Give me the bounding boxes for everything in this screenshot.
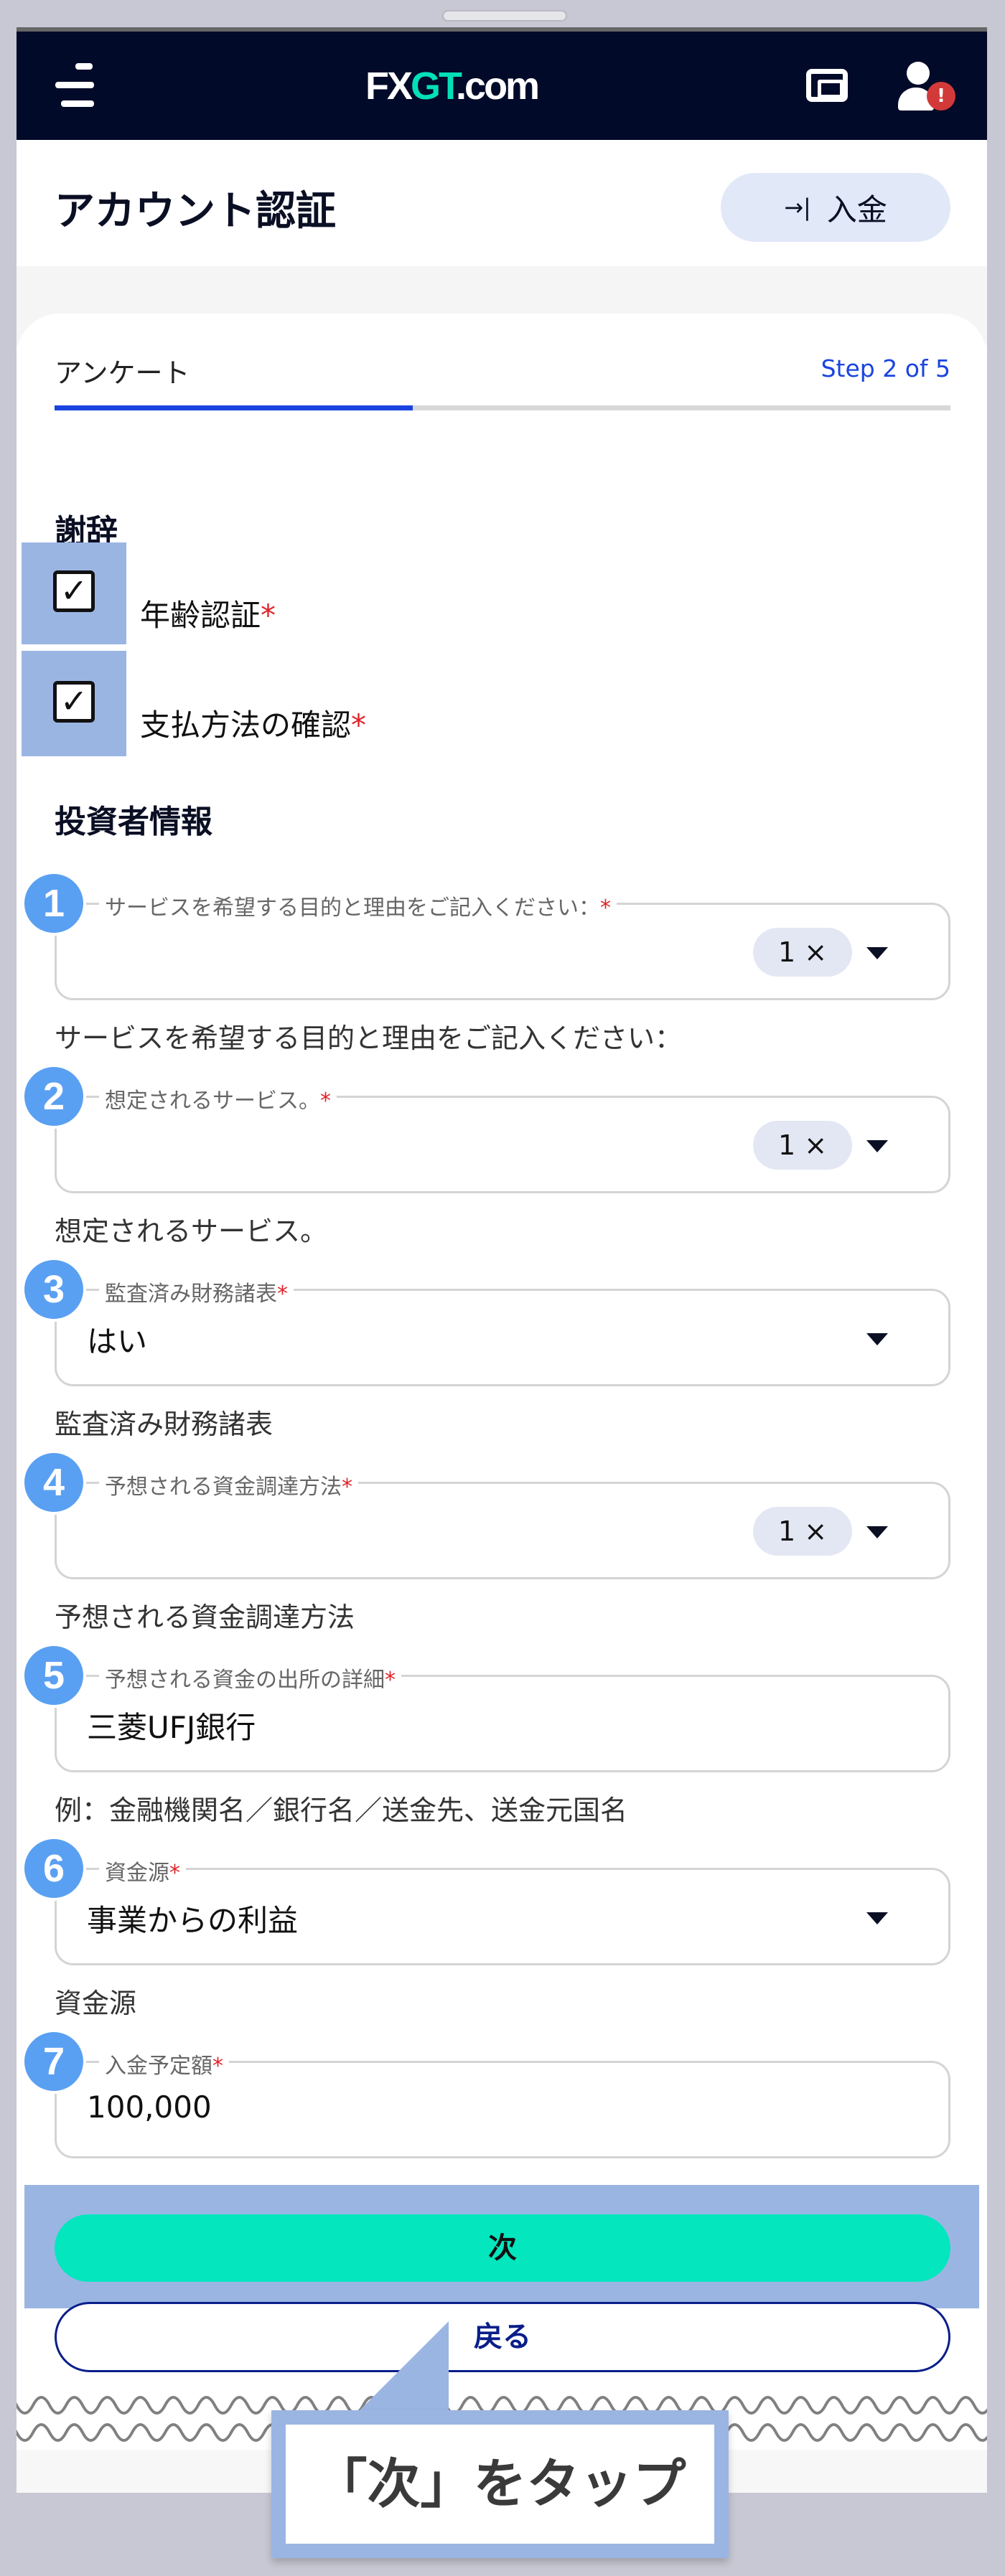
- payment-method-label: 支払方法の確認*: [140, 708, 367, 743]
- alert-badge-icon: !: [927, 82, 955, 111]
- field-4-helper: 予想される資金調達方法: [55, 1602, 355, 1633]
- field-5-label: 予想される資金の出所の詳細*: [99, 1662, 401, 1693]
- step-number-badge: 4: [22, 1450, 86, 1515]
- field-7-value: 100,000: [87, 2090, 212, 2125]
- step-number-badge: 3: [22, 1257, 86, 1322]
- field-3-helper: 監査済み財務諸表: [55, 1409, 274, 1440]
- field-5-value: 三菱UFJ銀行: [87, 1710, 256, 1745]
- field-3-value: はい: [87, 1324, 148, 1359]
- page-title: アカウント認証: [55, 188, 336, 235]
- field-2-label: 想定されるサービス。*: [99, 1083, 337, 1114]
- field-7-label: 入金予定額*: [99, 2048, 229, 2079]
- phone-screen: FXGT.com ! アカウント認証 →| 入金 アンケート Step 2 of…: [17, 32, 987, 2493]
- survey-tab-label: アンケート: [55, 357, 190, 389]
- dropdown-arrow-icon[interactable]: [866, 1912, 888, 1924]
- dropdown-arrow-icon[interactable]: [866, 1333, 888, 1345]
- dropdown-arrow-icon[interactable]: [866, 1526, 888, 1538]
- menu-icon[interactable]: [55, 60, 98, 111]
- callout-pointer: [359, 2321, 449, 2411]
- dropdown-arrow-icon[interactable]: [866, 947, 888, 959]
- device-notch: [442, 10, 567, 22]
- deposit-icon: →|: [784, 194, 811, 221]
- step-number-badge: 2: [22, 1064, 86, 1129]
- field-1-helper: サービスを希望する目的と理由をご記入ください：: [55, 1023, 683, 1054]
- field-2-helper: 想定されるサービス。: [55, 1216, 328, 1247]
- field-4-label: 予想される資金調達方法*: [99, 1469, 358, 1500]
- user-icon[interactable]: [907, 62, 930, 85]
- fxgt-logo[interactable]: FXGT.com: [365, 64, 540, 108]
- progress-fill: [55, 405, 413, 410]
- ticket-icon[interactable]: [806, 69, 848, 102]
- next-button[interactable]: 次: [55, 2214, 950, 2282]
- field-5-helper: 例：金融機関名／銀行名／送金先、送金元国名: [55, 1795, 628, 1826]
- field-1-label: サービスを希望する目的と理由をご記入ください：*: [99, 890, 617, 921]
- age-verification-checkbox[interactable]: ✓: [53, 570, 95, 612]
- field-3-label: 監査済み財務諸表*: [99, 1276, 294, 1307]
- investor-info-heading: 投資者情報: [55, 804, 212, 840]
- progress-bar: [55, 405, 950, 410]
- instruction-callout: 「次」をタップ: [271, 2410, 729, 2558]
- step-number-badge: 7: [22, 2029, 86, 2094]
- deposit-label: 入金: [826, 192, 887, 227]
- field-6-helper: 資金源: [55, 1988, 137, 2019]
- step-number-badge: 5: [22, 1643, 86, 1708]
- deposit-button[interactable]: →| 入金: [721, 173, 950, 242]
- step-indicator: Step 2 of 5: [821, 354, 950, 382]
- age-verification-label: 年齢認証*: [140, 598, 276, 633]
- step-number-badge: 1: [22, 871, 86, 936]
- selected-count-chip[interactable]: 1 ×: [753, 928, 852, 977]
- app-header: FXGT.com !: [17, 32, 987, 140]
- dropdown-arrow-icon[interactable]: [866, 1140, 888, 1152]
- payment-method-checkbox[interactable]: ✓: [53, 681, 95, 723]
- field-6-label: 資金源*: [99, 1855, 186, 1886]
- field-6-value: 事業からの利益: [87, 1903, 299, 1938]
- step-number-badge: 6: [22, 1836, 86, 1901]
- selected-count-chip[interactable]: 1 ×: [753, 1121, 852, 1170]
- selected-count-chip[interactable]: 1 ×: [753, 1507, 852, 1556]
